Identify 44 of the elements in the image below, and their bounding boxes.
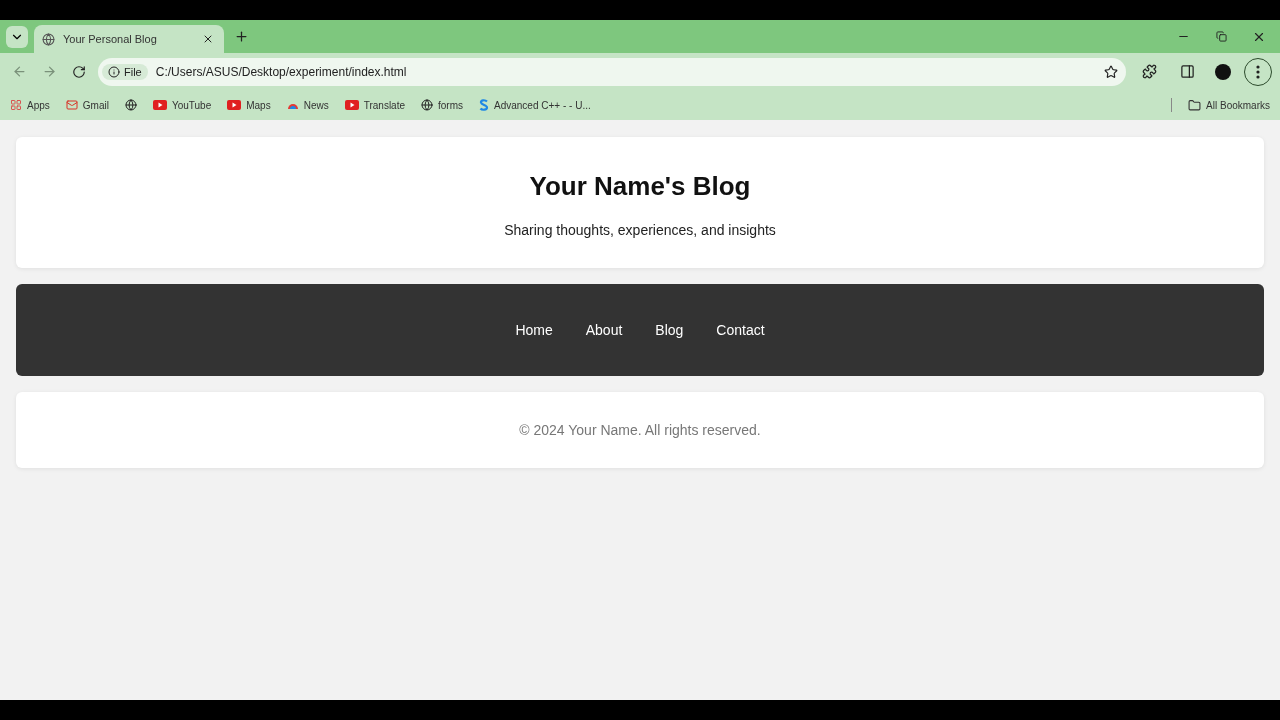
tab-title: Your Personal Blog xyxy=(63,33,158,45)
puzzle-icon xyxy=(1141,64,1157,79)
bookmark-item[interactable]: YouTube xyxy=(152,99,212,111)
blog-tagline: Sharing thoughts, experiences, and insights xyxy=(504,222,776,238)
forward-arrow-icon xyxy=(41,64,57,79)
reload-icon xyxy=(72,64,86,79)
nav-link[interactable]: Contact xyxy=(716,322,765,338)
play-icon xyxy=(152,100,167,110)
avatar-icon xyxy=(1215,63,1231,80)
url-text: C:/Users/ASUS/Desktop/experiment/index.html xyxy=(155,64,408,79)
close-icon xyxy=(202,33,214,45)
blog-title: Your Name's Blog xyxy=(529,171,751,202)
globe-icon xyxy=(42,32,55,46)
globe-icon xyxy=(124,99,137,111)
more-icon xyxy=(1256,64,1260,79)
side-panel-icon xyxy=(1179,64,1195,79)
site-info-chip[interactable]: File xyxy=(102,63,148,80)
bookmark-item[interactable]: Advanced C++ - - U... xyxy=(479,99,591,111)
all-bookmarks-button[interactable]: All Bookmarks xyxy=(1188,98,1270,112)
globe-icon xyxy=(421,99,433,111)
folder-icon xyxy=(1188,98,1202,112)
nav-link[interactable]: Blog xyxy=(655,322,684,338)
info-icon xyxy=(108,65,120,78)
bookmark-item[interactable]: Apps xyxy=(10,99,50,111)
bookmark-item[interactable]: forms xyxy=(421,99,463,111)
s-logo-icon xyxy=(479,99,489,111)
tab-search-button[interactable] xyxy=(6,26,28,48)
nav-link[interactable]: About xyxy=(585,322,623,338)
bookmark-item[interactable] xyxy=(124,99,137,111)
play-icon xyxy=(344,100,359,110)
apps-grid-icon xyxy=(10,99,22,111)
star-icon xyxy=(1104,64,1118,79)
browser-tab[interactable]: Your Personal Blog xyxy=(34,25,224,53)
nav-link[interactable]: Home xyxy=(515,322,553,338)
play-icon xyxy=(227,100,242,110)
bookmark-item[interactable]: Translate xyxy=(344,99,405,111)
plus-icon xyxy=(233,29,249,44)
bookmark-item[interactable]: Maps xyxy=(227,99,271,111)
mail-icon xyxy=(65,99,78,111)
restore-icon xyxy=(1215,31,1227,42)
bookmark-item[interactable]: News xyxy=(286,99,329,111)
copyright-text: © 2024 Your Name. All rights reserved. xyxy=(519,422,761,438)
address-bar[interactable]: File C:/Users/ASUS/Desktop/experiment/index.html xyxy=(98,57,1126,86)
bookmark-item[interactable]: Gmail xyxy=(65,99,109,111)
